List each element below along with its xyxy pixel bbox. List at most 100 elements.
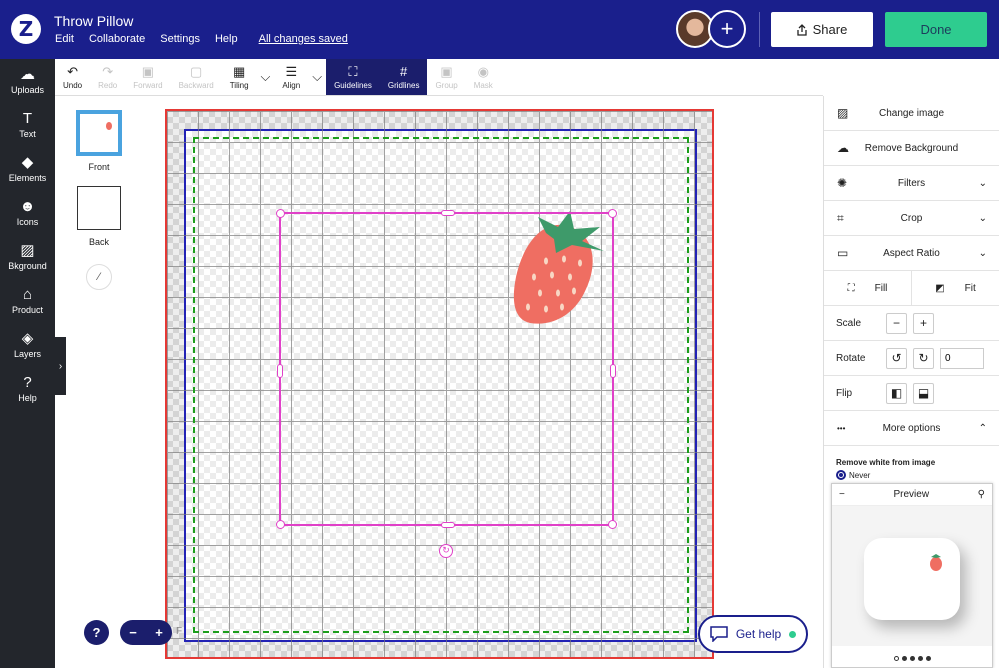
menu-collaborate[interactable]: Collaborate — [89, 33, 145, 45]
flip-vertical-button[interactable]: ⬓ — [913, 382, 934, 404]
never-radio-option[interactable]: Never — [836, 470, 870, 480]
save-status-link[interactable]: All changes saved — [259, 33, 348, 45]
fill-label: Fill — [874, 282, 888, 294]
align-button[interactable]: ☰ Align — [274, 59, 308, 95]
rotate-angle-input[interactable] — [940, 347, 984, 369]
done-button[interactable]: Done — [885, 12, 987, 47]
sidebar-item-label: Layers — [13, 349, 41, 359]
scale-down-button[interactable]: − — [886, 312, 907, 334]
menu-help[interactable]: Help — [215, 33, 238, 45]
flip-row: Flip ◧ ⬓ — [824, 376, 999, 411]
redo-button[interactable]: ↷ Redo — [90, 59, 125, 95]
fill-button[interactable]: ⛶ Fill — [824, 271, 912, 305]
design-canvas[interactable]: ↻ — [165, 109, 714, 659]
resize-handle-bottom-left[interactable] — [276, 520, 285, 529]
sidebar-item-product[interactable]: ⌂ Product — [0, 279, 55, 323]
rotate-handle[interactable]: ↻ — [439, 544, 453, 558]
rotate-row: Rotate ↺ ↻ — [824, 341, 999, 376]
sidebar-item-elements[interactable]: ◆ Elements — [0, 147, 55, 191]
gridlines-toggle[interactable]: # Gridlines — [379, 59, 428, 95]
fit-button[interactable]: ◩ Fit — [912, 283, 999, 294]
sidebar-item-layers[interactable]: ◈ Layers — [0, 323, 55, 367]
preview-zoom-icon[interactable]: ⚲ — [978, 489, 985, 500]
forward-button[interactable]: ▣ Forward — [125, 59, 170, 95]
tiling-icon: ▦ — [232, 63, 246, 79]
radio-selected-icon — [836, 470, 846, 480]
resize-handle-left[interactable] — [277, 364, 283, 378]
crop-icon: ⌗ — [837, 210, 844, 225]
sidebar-item-text[interactable]: T Text — [0, 103, 55, 147]
guidelines-toggle[interactable]: ⛶ Guidelines — [326, 59, 380, 95]
rotate-right-button[interactable]: ↻ — [913, 347, 934, 369]
aspect-ratio-label: Aspect Ratio — [883, 247, 940, 259]
flip-horizontal-button[interactable]: ◧ — [886, 382, 907, 404]
sidebar-item-background[interactable]: ▨ Bkground — [0, 235, 55, 279]
share-button[interactable]: Share — [771, 12, 873, 47]
align-icon: ☰ — [285, 63, 298, 79]
rotate-left-button[interactable]: ↺ — [886, 347, 907, 369]
selection-box[interactable] — [276, 209, 617, 529]
sidebar-item-icons[interactable]: ☻ Icons — [0, 191, 55, 235]
cloud-upload-icon: ☁ — [20, 66, 35, 83]
resize-handle-top-right[interactable] — [608, 209, 617, 218]
redo-icon: ↷ — [102, 63, 114, 79]
back-page-thumbnail[interactable] — [77, 186, 121, 230]
edit-pages-button[interactable]: ⁄ — [86, 264, 112, 290]
filters-row[interactable]: ✺ Filters ⌄ — [824, 166, 999, 201]
pillow-preview-image[interactable] — [832, 506, 992, 646]
menu-edit[interactable]: Edit — [55, 33, 74, 45]
sidebar-item-help[interactable]: ? Help — [0, 367, 55, 411]
scale-up-button[interactable]: + — [913, 312, 934, 334]
zoom-in-button[interactable]: + — [155, 625, 163, 640]
filters-label: Filters — [897, 177, 926, 189]
tiling-button[interactable]: ▦ Tiling — [222, 59, 257, 95]
group-button[interactable]: ▣ Group — [427, 59, 465, 95]
sidebar-item-label: Uploads — [10, 85, 45, 95]
carousel-dot[interactable] — [901, 656, 907, 661]
sidebar-item-label: Icons — [16, 217, 39, 227]
carousel-dot[interactable] — [909, 656, 915, 661]
preview-collapse-button[interactable]: − — [839, 489, 845, 500]
backward-button[interactable]: ▢ Backward — [171, 59, 222, 95]
crop-row[interactable]: ⌗ Crop ⌄ — [824, 201, 999, 236]
more-dots-icon: ••• — [837, 423, 846, 433]
tiling-dropdown[interactable]: ⌵ — [257, 59, 275, 95]
online-status-dot — [789, 630, 797, 638]
backward-label: Backward — [178, 80, 214, 90]
front-page-thumbnail[interactable] — [76, 110, 122, 156]
sidebar-item-uploads[interactable]: ☁ Uploads — [0, 59, 55, 103]
background-icon: ▨ — [20, 242, 35, 259]
resize-handle-bottom[interactable] — [441, 522, 455, 528]
undo-button[interactable]: ↶ Undo — [55, 59, 90, 95]
aspect-ratio-row[interactable]: ▭ Aspect Ratio ⌄ — [824, 236, 999, 271]
zazzle-logo[interactable]: Z — [11, 14, 41, 44]
fit-label: Fit — [964, 282, 976, 294]
add-collaborator-button[interactable]: + — [708, 10, 746, 48]
resize-handle-top-left[interactable] — [276, 209, 285, 218]
carousel-dot[interactable] — [893, 656, 899, 661]
align-dropdown[interactable]: ⌵ — [308, 59, 326, 95]
aspect-ratio-icon: ▭ — [837, 246, 849, 260]
editor-toolbar: ↶ Undo ↷ Redo ▣ Forward ▢ Backward ▦ Tiling ⌵… — [55, 59, 823, 96]
resize-handle-bottom-right[interactable] — [608, 520, 617, 529]
change-image-row[interactable]: ▨ Change image — [824, 96, 999, 131]
menu-settings[interactable]: Settings — [160, 33, 200, 45]
flip-label: Flip — [836, 387, 853, 399]
get-help-button[interactable]: Get help — [698, 615, 808, 653]
product-preview: − Preview ⚲ — [831, 483, 993, 668]
mask-label: Mask — [473, 80, 493, 90]
carousel-dot[interactable] — [925, 656, 931, 661]
more-options-row[interactable]: ••• More options ⌃ — [824, 411, 999, 446]
carousel-dot[interactable] — [917, 656, 923, 661]
zoom-out-button[interactable]: − — [129, 625, 137, 640]
resize-handle-right[interactable] — [610, 364, 616, 378]
send-backward-icon: ▢ — [190, 63, 203, 79]
remove-background-row[interactable]: ☁ Remove Background — [824, 131, 999, 166]
rotate-label: Rotate — [836, 352, 866, 364]
help-button[interactable]: ? — [84, 620, 109, 645]
resize-handle-top[interactable] — [441, 210, 455, 216]
undo-icon: ↶ — [67, 63, 79, 79]
zoom-fit-label[interactable]: F — [176, 626, 182, 637]
elements-icon: ◆ — [21, 154, 34, 171]
mask-button[interactable]: ◉ Mask — [466, 59, 501, 95]
